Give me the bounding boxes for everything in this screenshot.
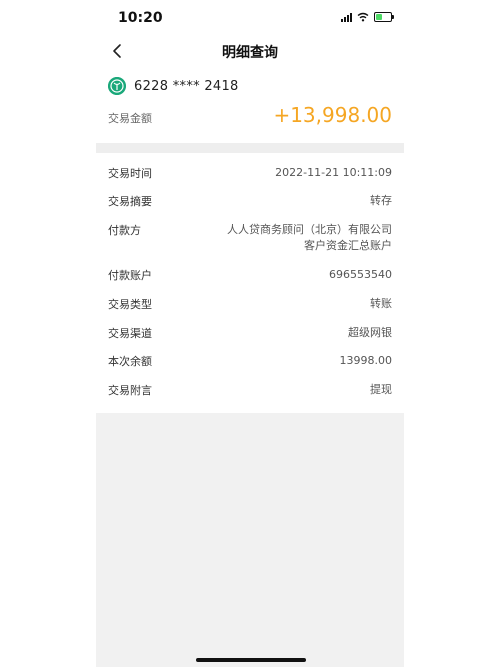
detail-row-time: 交易时间 2022-11-21 10:11:09 <box>108 165 392 181</box>
bank-logo-icon <box>108 77 126 95</box>
detail-row-payer: 付款方 人人贷商务顾问（北京）有限公司 客户资金汇总账户 <box>108 222 392 254</box>
detail-row-remark: 交易附言 提现 <box>108 382 392 398</box>
payer-name: 人人贷商务顾问（北京）有限公司 <box>227 223 392 236</box>
detail-label: 付款账户 <box>108 269 152 282</box>
detail-value-multiline: 人人贷商务顾问（北京）有限公司 客户资金汇总账户 <box>227 222 392 254</box>
transaction-details: 交易时间 2022-11-21 10:11:09 交易摘要 转存 付款方 人人贷… <box>96 153 404 413</box>
detail-label: 交易类型 <box>108 298 152 311</box>
detail-value: 转存 <box>370 194 392 207</box>
detail-row-channel: 交易渠道 超级网银 <box>108 325 392 341</box>
navigation-bar: 明细查询 <box>96 38 404 66</box>
detail-value: 2022-11-21 10:11:09 <box>275 166 392 179</box>
payer-account-type: 客户资金汇总账户 <box>304 239 392 252</box>
detail-value: 超级网银 <box>348 326 392 339</box>
detail-row-payer-account: 付款账户 696553540 <box>108 267 392 283</box>
detail-label: 交易摘要 <box>108 195 152 208</box>
status-icons <box>341 12 394 22</box>
cellular-signal-icon <box>341 12 352 22</box>
page-title: 明细查询 <box>222 45 278 61</box>
card-info: 6228 **** 2418 <box>108 76 239 96</box>
battery-charging-icon <box>374 12 394 22</box>
status-bar: 10:20 <box>96 0 404 36</box>
detail-label: 交易渠道 <box>108 327 152 340</box>
detail-label: 付款方 <box>108 224 141 237</box>
detail-label: 交易附言 <box>108 384 152 397</box>
home-indicator[interactable] <box>196 658 306 662</box>
detail-value: 转账 <box>370 297 392 310</box>
detail-row-balance: 本次余额 13998.00 <box>108 353 392 369</box>
amount-label: 交易金额 <box>108 112 152 125</box>
empty-area <box>96 413 404 667</box>
detail-label: 交易时间 <box>108 167 152 180</box>
detail-label: 本次余额 <box>108 355 152 368</box>
status-time: 10:20 <box>118 10 163 26</box>
battery-level <box>376 14 382 20</box>
wifi-icon <box>357 12 369 22</box>
detail-row-type: 交易类型 转账 <box>108 296 392 312</box>
detail-row-summary: 交易摘要 转存 <box>108 193 392 209</box>
detail-value: 13998.00 <box>339 354 393 367</box>
amount-value: +13,998.00 <box>273 103 392 127</box>
detail-value: 696553540 <box>329 268 392 281</box>
card-number: 6228 **** 2418 <box>134 78 239 94</box>
detail-value: 提现 <box>370 383 392 396</box>
section-divider <box>96 143 404 153</box>
